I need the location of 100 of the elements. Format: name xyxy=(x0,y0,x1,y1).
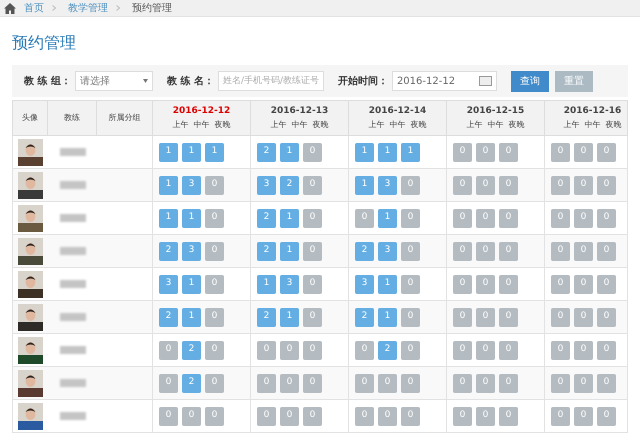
booking-count[interactable]: 0 xyxy=(453,340,472,360)
booking-count[interactable]: 0 xyxy=(476,374,495,392)
booking-count[interactable]: 1 xyxy=(378,142,397,162)
button[interactable]: 重置 xyxy=(554,70,593,92)
booking-count[interactable]: 0 xyxy=(499,308,518,326)
booking-count[interactable]: 0 xyxy=(597,406,616,426)
booking-count[interactable]: 0 xyxy=(355,374,374,392)
booking-count[interactable]: 0 xyxy=(499,374,518,392)
booking-count[interactable]: 3 xyxy=(182,176,201,194)
booking-count[interactable]: 0 xyxy=(574,406,593,426)
booking-count[interactable]: 0 xyxy=(303,176,322,194)
booking-count[interactable]: 0 xyxy=(401,274,420,294)
booking-count[interactable]: 3 xyxy=(355,274,374,294)
booking-count[interactable]: 0 xyxy=(205,374,224,392)
booking-count[interactable]: 1 xyxy=(355,142,374,162)
booking-count[interactable]: 0 xyxy=(401,208,420,228)
booking-count[interactable]: 1 xyxy=(280,142,299,162)
booking-count[interactable]: 0 xyxy=(303,406,322,426)
booking-count[interactable]: 2 xyxy=(257,308,276,326)
booking-count[interactable]: 3 xyxy=(182,242,201,260)
booking-count[interactable]: 1 xyxy=(182,308,201,326)
booking-count[interactable]: 1 xyxy=(280,242,299,260)
group-select[interactable]: 请选择 xyxy=(74,71,153,91)
booking-count[interactable]: 0 xyxy=(499,242,518,260)
booking-count[interactable]: 0 xyxy=(476,340,495,360)
booking-count[interactable]: 0 xyxy=(303,242,322,260)
booking-count[interactable]: 0 xyxy=(303,308,322,326)
booking-count[interactable]: 0 xyxy=(355,406,374,426)
booking-count[interactable]: 0 xyxy=(303,340,322,360)
booking-count[interactable]: 0 xyxy=(280,374,299,392)
booking-count[interactable]: 1 xyxy=(378,274,397,294)
booking-count[interactable]: 0 xyxy=(597,208,616,228)
booking-count[interactable]: 3 xyxy=(257,176,276,194)
booking-count[interactable]: 0 xyxy=(401,374,420,392)
booking-count[interactable]: 0 xyxy=(551,340,570,360)
booking-count[interactable]: 0 xyxy=(597,374,616,392)
booking-count[interactable]: 1 xyxy=(182,274,201,294)
button[interactable]: 查询 xyxy=(510,70,549,92)
booking-count[interactable]: 2 xyxy=(280,176,299,194)
booking-count[interactable]: 1 xyxy=(378,208,397,228)
booking-count[interactable]: 0 xyxy=(205,274,224,294)
breadcrumb-link[interactable]: 教学管理 xyxy=(68,0,108,16)
booking-count[interactable]: 1 xyxy=(355,176,374,194)
booking-count[interactable]: 3 xyxy=(159,274,178,294)
booking-count[interactable]: 0 xyxy=(453,308,472,326)
booking-count[interactable]: 1 xyxy=(182,208,201,228)
booking-count[interactable]: 0 xyxy=(476,176,495,194)
booking-count[interactable]: 0 xyxy=(597,274,616,294)
booking-count[interactable]: 0 xyxy=(597,242,616,260)
booking-count[interactable]: 0 xyxy=(551,274,570,294)
booking-count[interactable]: 0 xyxy=(303,374,322,392)
booking-count[interactable]: 0 xyxy=(499,406,518,426)
booking-count[interactable]: 0 xyxy=(551,242,570,260)
booking-count[interactable]: 1 xyxy=(159,208,178,228)
booking-count[interactable]: 0 xyxy=(574,242,593,260)
booking-count[interactable]: 0 xyxy=(205,340,224,360)
name-input-field[interactable]: 姓名/手机号码/教练证号 xyxy=(218,71,324,91)
booking-count[interactable]: 0 xyxy=(401,308,420,326)
booking-count[interactable]: 1 xyxy=(280,208,299,228)
booking-count[interactable]: 0 xyxy=(355,340,374,360)
booking-count[interactable]: 1 xyxy=(378,308,397,326)
booking-count[interactable]: 2 xyxy=(257,142,276,162)
booking-count[interactable]: 3 xyxy=(280,274,299,294)
booking-count[interactable]: 0 xyxy=(597,340,616,360)
booking-count[interactable]: 0 xyxy=(257,374,276,392)
booking-count[interactable]: 0 xyxy=(499,142,518,162)
booking-count[interactable]: 2 xyxy=(257,242,276,260)
booking-count[interactable]: 0 xyxy=(574,208,593,228)
booking-count[interactable]: 0 xyxy=(574,374,593,392)
booking-count[interactable]: 3 xyxy=(378,242,397,260)
booking-count[interactable]: 0 xyxy=(401,406,420,426)
home-icon[interactable] xyxy=(4,2,16,14)
booking-count[interactable]: 0 xyxy=(499,274,518,294)
booking-count[interactable]: 0 xyxy=(574,308,593,326)
booking-count[interactable]: 0 xyxy=(378,374,397,392)
booking-count[interactable]: 0 xyxy=(574,142,593,162)
booking-count[interactable]: 0 xyxy=(574,176,593,194)
booking-count[interactable]: 0 xyxy=(205,176,224,194)
booking-count[interactable]: 0 xyxy=(551,406,570,426)
booking-count[interactable]: 0 xyxy=(280,406,299,426)
booking-count[interactable]: 0 xyxy=(378,406,397,426)
booking-count[interactable]: 2 xyxy=(182,340,201,360)
booking-count[interactable]: 0 xyxy=(303,274,322,294)
booking-count[interactable]: 0 xyxy=(551,308,570,326)
booking-count[interactable]: 0 xyxy=(597,142,616,162)
booking-count[interactable]: 2 xyxy=(355,242,374,260)
booking-count[interactable]: 0 xyxy=(303,208,322,228)
booking-count[interactable]: 2 xyxy=(182,374,201,392)
booking-count[interactable]: 0 xyxy=(551,208,570,228)
booking-count[interactable]: 0 xyxy=(159,340,178,360)
booking-count[interactable]: 0 xyxy=(476,274,495,294)
booking-count[interactable]: 1 xyxy=(280,308,299,326)
booking-count[interactable]: 0 xyxy=(597,308,616,326)
booking-count[interactable]: 0 xyxy=(476,406,495,426)
booking-count[interactable]: 0 xyxy=(401,242,420,260)
booking-count[interactable]: 0 xyxy=(257,406,276,426)
booking-count[interactable]: 0 xyxy=(257,340,276,360)
booking-count[interactable]: 0 xyxy=(303,142,322,162)
booking-count[interactable]: 0 xyxy=(401,340,420,360)
booking-count[interactable]: 0 xyxy=(453,406,472,426)
